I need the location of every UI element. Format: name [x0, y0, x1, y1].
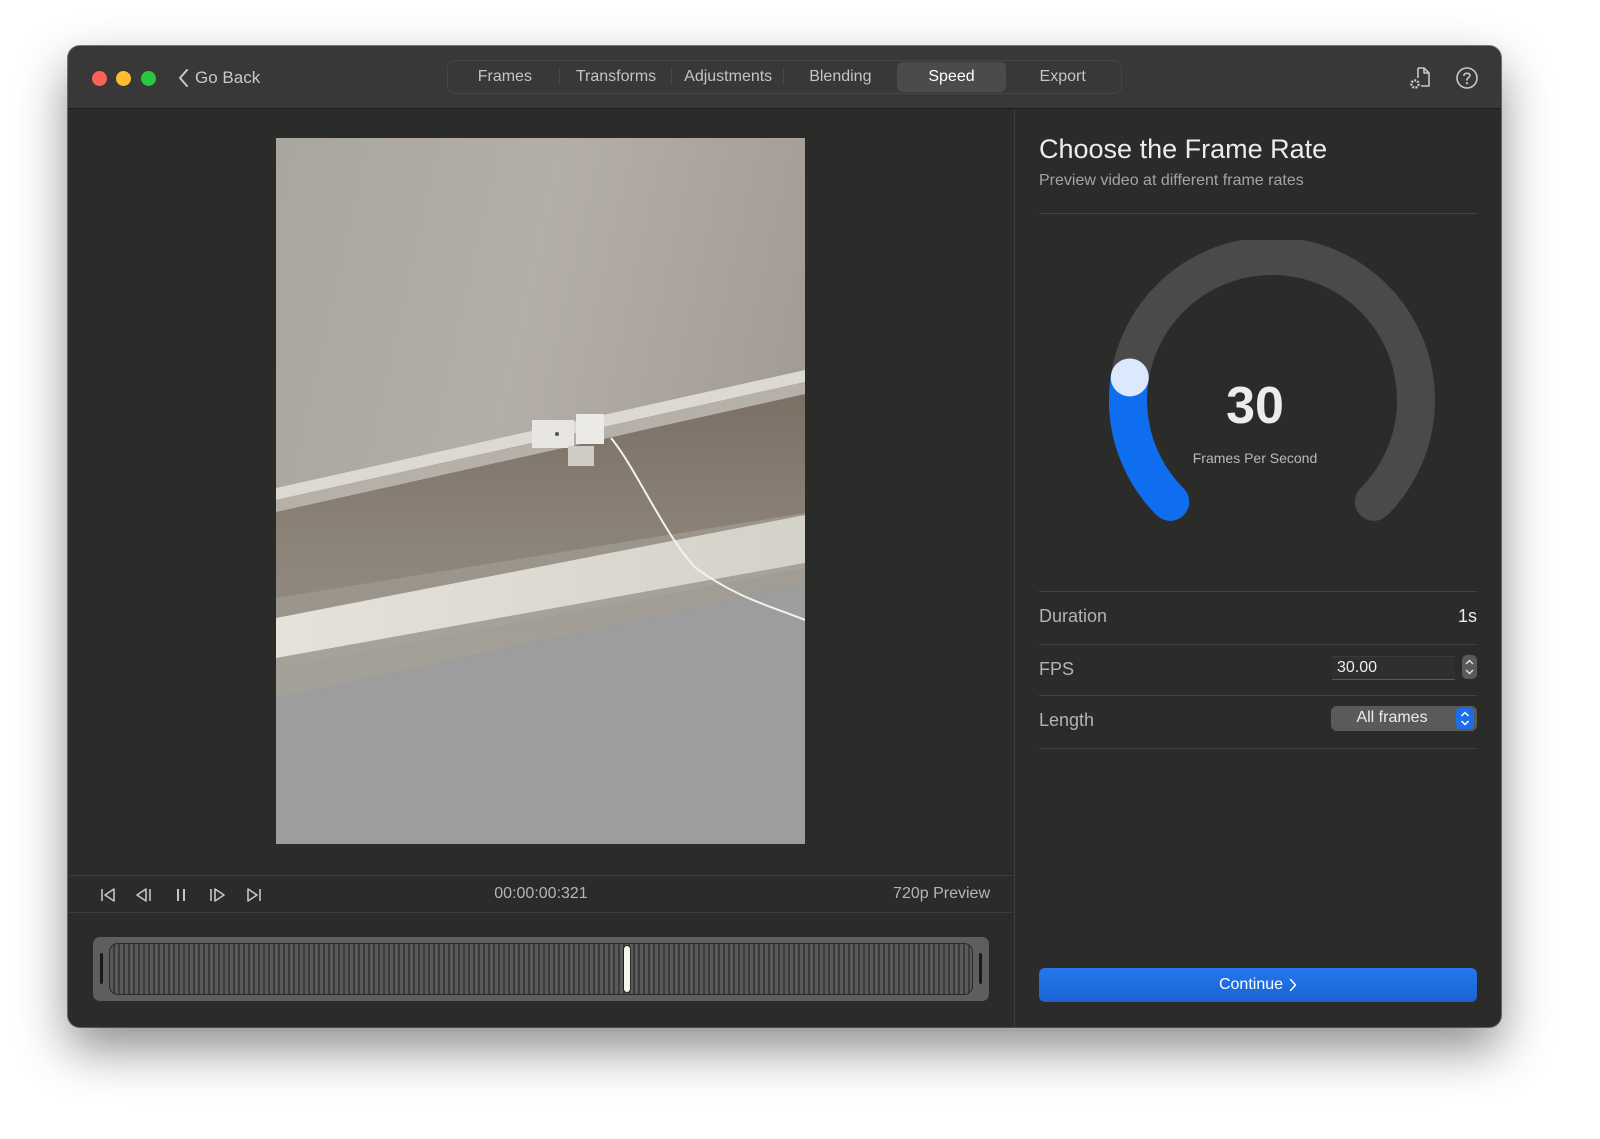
settings-panel: Choose the Frame Rate Preview video at d…: [1015, 110, 1501, 1027]
tab-blending[interactable]: Blending: [784, 62, 897, 92]
duration-row: Duration 1s: [1039, 592, 1477, 642]
divider: [1039, 213, 1477, 214]
tab-label: Speed: [928, 68, 975, 85]
tab-label: Export: [1039, 68, 1086, 85]
panel-subtitle: Preview video at different frame rates: [1039, 172, 1304, 189]
select-arrows-icon: [1456, 708, 1474, 729]
tab-transforms[interactable]: Transforms: [560, 62, 673, 92]
trim-start-handle[interactable]: [100, 953, 103, 984]
tab-label: Blending: [809, 68, 872, 85]
frame-strip[interactable]: [109, 943, 973, 995]
tab-bar: Frames Transforms Adjustments Blending S…: [447, 60, 1122, 94]
go-back-label: Go Back: [195, 68, 261, 87]
length-row: Length All frames: [1039, 696, 1477, 746]
app-window: Go Back Frames Transforms Adjustments Bl…: [68, 46, 1501, 1027]
fps-row-label: FPS: [1039, 659, 1075, 679]
tab-label: Frames: [477, 68, 532, 85]
tab-frames[interactable]: Frames: [450, 62, 560, 92]
chevron-left-icon: [179, 69, 188, 87]
video-frame-image: [276, 138, 805, 844]
continue-button[interactable]: Continue: [1039, 968, 1477, 1002]
duration-label: Duration: [1039, 606, 1108, 626]
fps-stepper[interactable]: [1462, 655, 1477, 679]
timecode: 00:00:00:321: [494, 885, 588, 902]
preview-quality: 720p Preview: [893, 885, 990, 902]
chevron-right-icon: [1289, 978, 1297, 992]
continue-label: Continue: [1218, 976, 1284, 993]
minimize-window-button[interactable]: [116, 71, 131, 86]
fps-row: FPS: [1039, 645, 1477, 695]
tab-adjustments[interactable]: Adjustments: [672, 62, 784, 92]
fps-input[interactable]: [1332, 656, 1455, 680]
maximize-window-button[interactable]: [141, 71, 156, 86]
length-select[interactable]: All frames: [1331, 706, 1477, 731]
playback-controls: 00:00:00:321 720p Preview: [68, 875, 1014, 913]
tab-label: Transforms: [575, 68, 657, 85]
tab-speed[interactable]: Speed: [896, 62, 1007, 92]
fps-gauge[interactable]: 30 Frames Per Second: [1075, 237, 1435, 580]
divider: [1039, 748, 1477, 749]
panel-title: Choose the Frame Rate: [1039, 134, 1328, 164]
stepper-arrows-icon: [1465, 659, 1474, 675]
playhead[interactable]: [624, 946, 631, 992]
timeline-scrubber[interactable]: [93, 937, 989, 1001]
duration-value: 1s: [1457, 606, 1477, 626]
title-bar: Go Back Frames Transforms Adjustments Bl…: [68, 46, 1501, 109]
close-window-button[interactable]: [92, 71, 107, 86]
length-selected-value: All frames: [1356, 709, 1428, 726]
fps-label: Frames Per Second: [1192, 450, 1318, 466]
document-settings-icon[interactable]: [1408, 65, 1434, 91]
video-preview: [276, 138, 805, 844]
tab-export[interactable]: Export: [1006, 62, 1119, 92]
length-label: Length: [1039, 710, 1095, 730]
tab-label: Adjustments: [684, 68, 773, 85]
help-icon[interactable]: [1454, 65, 1480, 91]
go-back-button[interactable]: Go Back: [178, 65, 260, 91]
trim-end-handle[interactable]: [979, 953, 982, 984]
fps-value: 30: [1226, 377, 1284, 435]
preview-pane: 00:00:00:321 720p Preview: [68, 110, 1014, 1027]
